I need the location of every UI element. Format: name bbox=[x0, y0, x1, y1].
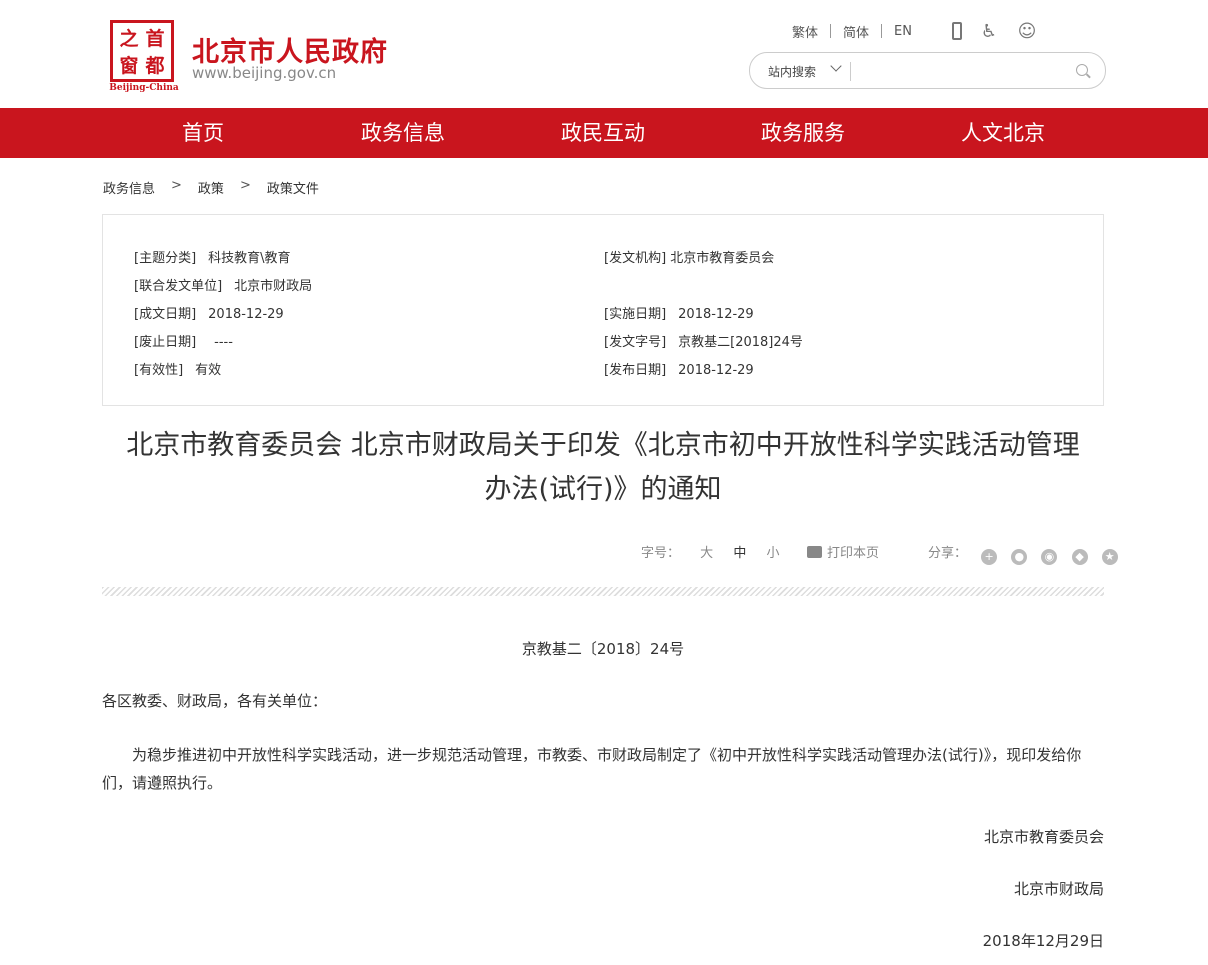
print-label: 打印本页 bbox=[827, 546, 880, 561]
site-header: 之 首 窗 都 Beijing-China 北京市人民政府 www.beijin… bbox=[0, 0, 1208, 108]
meta-key: [有效性] bbox=[134, 363, 184, 378]
signature-date: 2018年12月29日 bbox=[982, 932, 1104, 950]
nav-item-interaction[interactable]: 政民互动 bbox=[513, 108, 693, 158]
meta-key: [主题分类] bbox=[134, 251, 197, 266]
meta-value: 2018-12-29 bbox=[208, 307, 284, 322]
body-paragraph: 为稳步推进初中开放性科学实践活动，进一步规范活动管理，市教委、市财政局制定了《初… bbox=[102, 746, 1082, 792]
document-title: 北京市教育委员会 北京市财政局关于印发《北京市初中开放性科学实践活动管理 办法(… bbox=[102, 424, 1104, 512]
meta-key: [发文机构] bbox=[604, 251, 667, 266]
signature-joint-issuer: 北京市财政局 bbox=[1013, 880, 1104, 898]
search-input[interactable] bbox=[856, 57, 1066, 85]
meta-effective-date: [实施日期] 2018-12-29 bbox=[604, 303, 754, 322]
logo-grid: 之 首 窗 都 bbox=[116, 26, 168, 77]
share-bar: 分享： + ● ◉ ◆ ★ bbox=[928, 542, 1118, 565]
meta-value: ---- bbox=[214, 335, 233, 350]
wechat-icon[interactable]: ● bbox=[1011, 549, 1028, 565]
title-line: 北京市教育委员会 北京市财政局关于印发《北京市初中开放性科学实践活动管理 bbox=[126, 430, 1080, 461]
meta-value: 北京市教育委员会 bbox=[670, 251, 775, 266]
meta-value: 2018-12-29 bbox=[678, 307, 754, 322]
logo-char: 之 bbox=[119, 28, 139, 50]
document-number: 京教基二〔2018〕24号 bbox=[521, 640, 685, 658]
meta-key: [实施日期] bbox=[604, 307, 667, 322]
elder-mode-icon[interactable]: ☺ bbox=[1016, 21, 1038, 42]
divider bbox=[850, 62, 851, 81]
nav-item-gov-info[interactable]: 政务信息 bbox=[313, 108, 493, 158]
logo-char: 都 bbox=[145, 55, 165, 77]
meta-value: 科技教育\教育 bbox=[208, 251, 291, 266]
meta-key: [发布日期] bbox=[604, 363, 667, 378]
search-icon[interactable] bbox=[1076, 64, 1088, 76]
salutation: 各区教委、财政局，各有关单位： bbox=[102, 692, 328, 710]
print-button[interactable]: 打印本页 bbox=[807, 542, 879, 561]
font-size-label: 字号： bbox=[641, 546, 681, 561]
meta-key: [联合发文单位] bbox=[134, 279, 223, 294]
nav-item-home[interactable]: 首页 bbox=[113, 108, 293, 158]
favorite-icon[interactable]: ★ bbox=[1101, 549, 1118, 565]
signature-issuer: 北京市教育委员会 bbox=[983, 828, 1104, 846]
search-scope-select[interactable]: 站内搜索 bbox=[768, 63, 816, 80]
qzone-icon[interactable]: + bbox=[981, 549, 998, 565]
logo-char: 首 bbox=[145, 28, 165, 50]
font-size-medium-button[interactable]: 中 bbox=[733, 546, 746, 561]
font-size-small-button[interactable]: 小 bbox=[766, 546, 779, 561]
mobile-icon[interactable] bbox=[951, 22, 962, 40]
breadcrumb-separator: > bbox=[171, 178, 182, 193]
lang-traditional[interactable]: 繁体 bbox=[780, 22, 830, 41]
meta-validity: [有效性] 有效 bbox=[134, 359, 221, 378]
divider bbox=[102, 587, 1104, 596]
nav-item-culture[interactable]: 人文北京 bbox=[913, 108, 1093, 158]
chevron-down-icon[interactable] bbox=[830, 60, 842, 72]
font-size-large-button[interactable]: 大 bbox=[700, 546, 713, 561]
site-search: 站内搜索 bbox=[749, 52, 1106, 89]
weibo-icon[interactable]: ◉ bbox=[1041, 549, 1058, 565]
meta-doc-number: [发文字号] 京教基二[2018]24号 bbox=[604, 331, 803, 350]
meta-value: 京教基二[2018]24号 bbox=[678, 335, 803, 350]
language-bar: 繁体 简体 EN ♿ ☺ bbox=[780, 20, 1038, 42]
site-url: www.beijing.gov.cn bbox=[192, 64, 337, 82]
nav-item-services[interactable]: 政务服务 bbox=[713, 108, 893, 158]
lang-english[interactable]: EN bbox=[882, 24, 924, 39]
lang-simplified[interactable]: 简体 bbox=[831, 22, 881, 41]
meta-value: 北京市财政局 bbox=[234, 279, 313, 294]
meta-key: [废止日期] bbox=[134, 335, 197, 350]
meta-joint-issuer: [联合发文单位] 北京市财政局 bbox=[134, 275, 312, 294]
printer-icon bbox=[807, 546, 822, 558]
meta-issuer: [发文机构] 北京市教育委员会 bbox=[604, 247, 774, 266]
meta-created-date: [成文日期] 2018-12-29 bbox=[134, 303, 284, 322]
meta-abolish-date: [废止日期] ---- bbox=[134, 331, 233, 350]
breadcrumb-item[interactable]: 政策文件 bbox=[267, 178, 319, 197]
main-nav: 首页 政务信息 政民互动 政务服务 人文北京 bbox=[0, 108, 1208, 158]
document-metadata: [主题分类] 科技教育\教育 [发文机构] 北京市教育委员会 [联合发文单位] 北京… bbox=[102, 214, 1104, 406]
title-line: 办法(试行)》的通知 bbox=[484, 474, 722, 505]
meta-topic: [主题分类] 科技教育\教育 bbox=[134, 247, 291, 266]
meta-value: 2018-12-29 bbox=[678, 363, 754, 378]
meta-key: [发文字号] bbox=[604, 335, 667, 350]
share-label: 分享： bbox=[928, 546, 968, 561]
breadcrumb: 政务信息 > 政策 > 政策文件 bbox=[103, 178, 319, 197]
font-size-controls: 字号： 大 中 小 bbox=[641, 542, 779, 561]
meta-value: 有效 bbox=[195, 363, 222, 378]
site-logo[interactable]: 之 首 窗 都 bbox=[110, 20, 174, 82]
breadcrumb-separator: > bbox=[239, 178, 251, 193]
meta-key: [成文日期] bbox=[134, 307, 197, 322]
breadcrumb-item[interactable]: 政策 bbox=[198, 178, 224, 197]
qq-icon[interactable]: ◆ bbox=[1071, 549, 1088, 565]
logo-subtitle: Beijing-China bbox=[109, 83, 179, 93]
accessibility-icon[interactable]: ♿ bbox=[978, 21, 1000, 42]
meta-published-date: [发布日期] 2018-12-29 bbox=[604, 359, 754, 378]
breadcrumb-item[interactable]: 政务信息 bbox=[103, 178, 155, 197]
logo-char: 窗 bbox=[119, 55, 139, 77]
